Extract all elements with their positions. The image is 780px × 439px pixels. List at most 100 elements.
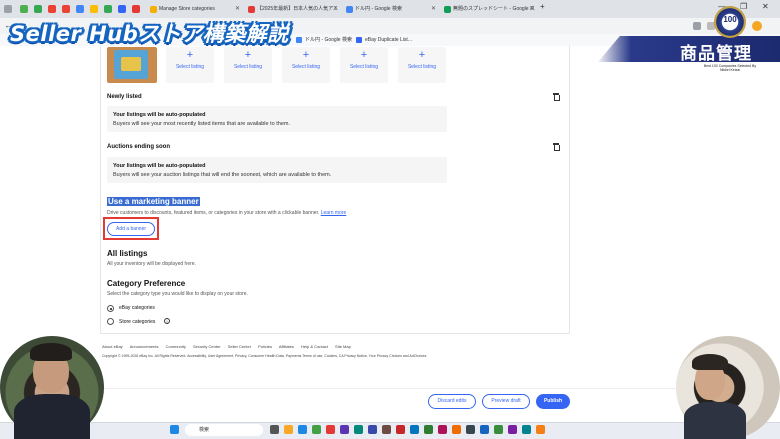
- plus-icon: +: [302, 49, 310, 61]
- plus-icon: +: [418, 49, 426, 61]
- pinned-tab-icon[interactable]: [132, 5, 140, 13]
- footer-link[interactable]: Security Center: [193, 344, 221, 349]
- app-icon[interactable]: [438, 425, 447, 434]
- presenter-left-body: [14, 394, 90, 439]
- pinned-tab-icon[interactable]: [34, 5, 42, 13]
- placeholder-desc: Buyers will see your most recently liste…: [113, 121, 290, 127]
- trash-icon[interactable]: [553, 93, 560, 101]
- app-icon[interactable]: [396, 425, 405, 434]
- google-favicon-icon: [346, 6, 353, 13]
- select-listing-slot[interactable]: + Select listing: [340, 47, 388, 83]
- plus-icon: +: [360, 49, 368, 61]
- footer-link[interactable]: Seller Center: [228, 344, 251, 349]
- select-listing-slot[interactable]: + Select listing: [224, 47, 272, 83]
- category-preference-desc: Select the category type you would like …: [107, 291, 248, 297]
- section-label: 商品管理: [680, 44, 752, 64]
- footer-link[interactable]: Site Map: [335, 344, 351, 349]
- badge-number: 100: [723, 15, 737, 24]
- copyright-text: Copyright © 1995-2025 eBay Inc. All Righ…: [102, 354, 427, 358]
- close-tab-icon[interactable]: ✕: [431, 2, 436, 17]
- select-listing-slot[interactable]: + Select listing: [166, 47, 214, 83]
- app-icon[interactable]: [424, 425, 433, 434]
- pinned-tab-icon[interactable]: [62, 5, 70, 13]
- bookmark-google-search[interactable]: ドル円 - Google 検索: [296, 35, 352, 45]
- pinned-tab-icon[interactable]: [76, 5, 84, 13]
- app-icon[interactable]: [452, 425, 461, 434]
- placeholder-title: Your listings will be auto-populated: [113, 112, 206, 118]
- tab-google-search[interactable]: ドル円 - Google 検索 ✕: [343, 2, 439, 17]
- app-icon[interactable]: [480, 425, 489, 434]
- marketing-banner-desc: Drive customers to discounts, featured i…: [107, 210, 347, 216]
- close-tab-icon[interactable]: ✕: [333, 2, 338, 17]
- pinned-tab-icon[interactable]: [20, 5, 28, 13]
- plus-icon: +: [186, 49, 194, 61]
- radio-ebay-categories[interactable]: [107, 305, 114, 312]
- newly-listed-placeholder: Your listings will be auto-populated Buy…: [107, 106, 447, 132]
- app-icon[interactable]: [410, 425, 419, 434]
- taskview-icon[interactable]: [270, 425, 279, 434]
- edge-icon[interactable]: [298, 425, 307, 434]
- app-icon[interactable]: [382, 425, 391, 434]
- app-icon[interactable]: [522, 425, 531, 434]
- footer-link[interactable]: About eBay: [102, 344, 123, 349]
- file-explorer-icon[interactable]: [284, 425, 293, 434]
- close-tab-icon[interactable]: ✕: [235, 2, 240, 17]
- placeholder-desc: Buyers will see your auction listings th…: [113, 172, 332, 178]
- badge-caption: Best 100 Companies Selected By Nikkei Ke…: [703, 64, 757, 72]
- app-icon[interactable]: [508, 425, 517, 434]
- new-tab-icon[interactable]: +: [540, 2, 545, 11]
- app-icon[interactable]: [340, 425, 349, 434]
- all-listings-title: All listings: [107, 249, 148, 258]
- listing-thumbnail[interactable]: [107, 47, 157, 83]
- app-icon[interactable]: [494, 425, 503, 434]
- add-banner-button[interactable]: Add a banner: [107, 222, 155, 236]
- bottom-action-bar: [0, 388, 780, 422]
- windows-start-icon[interactable]: [170, 425, 179, 434]
- close-tab-icon[interactable]: ✕: [529, 2, 534, 17]
- radio-store-categories[interactable]: [107, 318, 114, 325]
- ebay-favicon-icon: [356, 37, 362, 43]
- site-favicon-icon: [248, 6, 255, 13]
- publish-button[interactable]: Publish: [536, 394, 570, 409]
- close-window-button[interactable]: ✕: [762, 2, 769, 11]
- footer-link[interactable]: Announcements: [130, 344, 159, 349]
- pinned-tab-icon[interactable]: [104, 5, 112, 13]
- section-label-banner: 商品管理: [598, 36, 780, 62]
- app-icon[interactable]: [536, 425, 545, 434]
- info-icon[interactable]: i: [164, 318, 170, 324]
- app-icon[interactable]: [326, 425, 335, 434]
- learn-more-link[interactable]: Learn more: [321, 210, 347, 216]
- preview-draft-button[interactable]: Preview draft: [482, 394, 530, 409]
- presenter-right-body: [684, 402, 746, 439]
- footer-links: About eBay Announcements Community Secur…: [102, 344, 357, 349]
- marketing-banner-title: Use a marketing banner: [107, 197, 200, 206]
- footer-link[interactable]: Affiliates: [279, 344, 294, 349]
- footer-link[interactable]: Policies: [258, 344, 272, 349]
- app-icon[interactable]: [354, 425, 363, 434]
- select-listing-slot[interactable]: + Select listing: [398, 47, 446, 83]
- tab-spreadsheet[interactable]: 無題のスプレッドシート - Google ス ✕: [441, 2, 537, 17]
- taskbar-search-input[interactable]: 検索: [185, 424, 263, 436]
- auctions-ending-placeholder: Your listings will be auto-populated Buy…: [107, 157, 447, 183]
- bookmark-ebay-duplicate[interactable]: eBay Duplicate List...: [356, 35, 412, 45]
- footer-link[interactable]: Community: [166, 344, 186, 349]
- app-icon[interactable]: [368, 425, 377, 434]
- all-listings-desc: All your inventory will be displayed her…: [107, 261, 196, 267]
- window-menu-icon[interactable]: [4, 5, 12, 13]
- trash-icon[interactable]: [553, 143, 560, 151]
- translate-icon[interactable]: [693, 22, 701, 30]
- profile-avatar[interactable]: [752, 21, 762, 31]
- category-preference-title: Category Preference: [107, 279, 186, 288]
- tab-manage-store-categories[interactable]: Manage Store categories ✕: [147, 2, 243, 17]
- pinned-tab-icon[interactable]: [118, 5, 126, 13]
- pinned-tab-icon[interactable]: [90, 5, 98, 13]
- chrome-icon[interactable]: [312, 425, 321, 434]
- select-listing-slot[interactable]: + Select listing: [282, 47, 330, 83]
- footer-link[interactable]: Help & Contact: [301, 344, 328, 349]
- video-title-overlay: Seller Hubストア構築解説: [10, 22, 289, 46]
- tab-anime-article[interactable]: 【2025年最新】日本人気の人気アニ ✕: [245, 2, 341, 17]
- auctions-ending-title: Auctions ending soon: [107, 144, 170, 150]
- discard-edits-button[interactable]: Discard edits: [428, 394, 476, 409]
- gmail-tab-icon[interactable]: [48, 5, 56, 13]
- app-icon[interactable]: [466, 425, 475, 434]
